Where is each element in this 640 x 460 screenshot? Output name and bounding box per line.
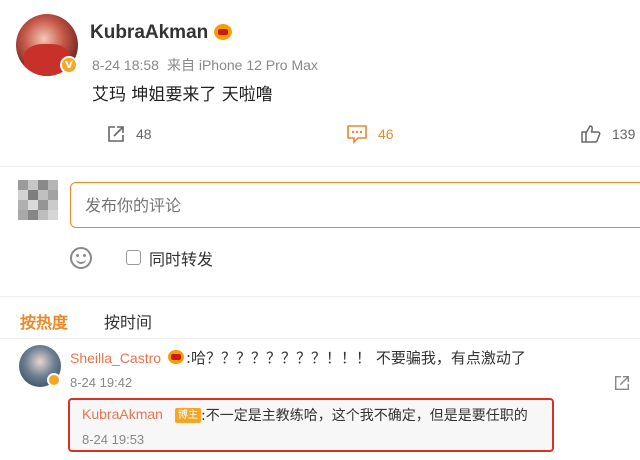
repost-label[interactable]: 同时转发: [149, 246, 213, 270]
thumbs-up-icon: [581, 125, 601, 143]
share-icon: [108, 126, 124, 142]
commenter-verified-badge: [47, 373, 61, 387]
current-user-avatar: [18, 180, 58, 220]
reply-author-name[interactable]: KubraAkman: [82, 406, 163, 422]
verified-badge: V: [60, 56, 78, 74]
author-name-text[interactable]: KubraAkman: [90, 22, 208, 43]
divider: [0, 296, 640, 297]
share-count: 48: [136, 126, 152, 142]
emoji-icon[interactable]: [70, 247, 92, 269]
comment-button[interactable]: 46: [346, 124, 394, 144]
comment-text: :哈？？？？？？？？！！！ 不要骗我，有点激动了: [186, 349, 526, 367]
like-count: 139: [612, 126, 636, 142]
divider: [0, 338, 640, 339]
reply-text: :不一定是主教练哈，这个我不确定，但是是要任职的: [201, 408, 528, 424]
tab-sort-hot[interactable]: 按热度: [20, 309, 68, 333]
medal-icon: [168, 350, 184, 364]
author-reply: KubraAkman 博主 :不一定是主教练哈，这个我不确定，但是是要任职的 8…: [68, 398, 554, 452]
commenter-name[interactable]: Sheilla_Castro: [70, 350, 161, 366]
tab-sort-time[interactable]: 按时间: [104, 309, 152, 333]
blogger-tag: 博主: [175, 408, 201, 423]
post-source: 来自 iPhone 12 Pro Max: [166, 57, 318, 73]
divider: [0, 166, 640, 167]
author-name[interactable]: KubraAkman: [90, 22, 233, 44]
post-meta: 8-24 18:58 来自 iPhone 12 Pro Max: [92, 55, 318, 75]
comment-icon: [347, 125, 367, 144]
comment-input[interactable]: [70, 182, 640, 228]
post-text: 艾玛 坤姐要来了 天啦噜: [92, 85, 273, 105]
post-date: 8-24 18:58: [92, 57, 159, 73]
reply-time: 8-24 19:53: [82, 432, 145, 447]
comment-count: 46: [378, 126, 394, 142]
like-button[interactable]: 139: [580, 124, 635, 144]
share-button[interactable]: 48: [106, 124, 152, 144]
share-icon[interactable]: [613, 374, 631, 392]
medal-icon: [214, 24, 233, 40]
comment-time: 8-24 19:42: [70, 375, 133, 390]
repost-checkbox[interactable]: [126, 250, 141, 265]
